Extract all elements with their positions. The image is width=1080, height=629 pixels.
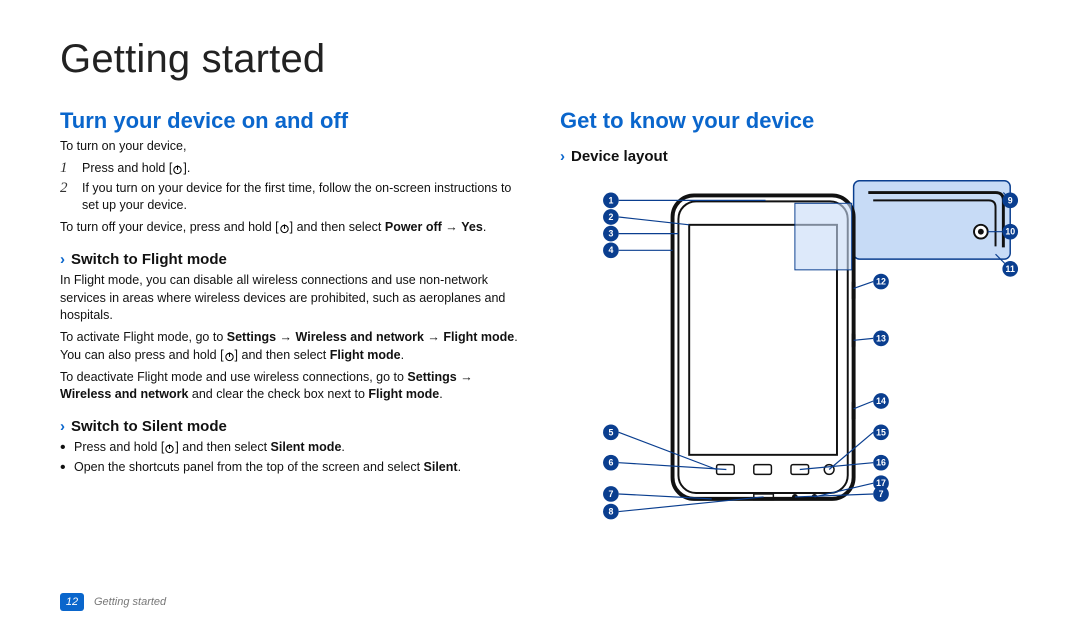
list-item: Press and hold [] and then select Silent… [60, 439, 520, 457]
section-get-to-know: Get to know your device [560, 108, 1020, 134]
power-icon [164, 443, 175, 454]
chevron-icon: › [60, 418, 65, 435]
flight-activate: To activate Flight mode, go to Settings … [60, 329, 520, 365]
power-icon [172, 164, 183, 175]
step-number: 1 [60, 160, 74, 178]
power-icon [224, 351, 235, 362]
section-turn-on-off: Turn your device on and off [60, 108, 520, 134]
svg-text:5: 5 [608, 427, 613, 437]
page-number: 12 [60, 593, 84, 611]
power-icon [279, 223, 290, 234]
chevron-icon: › [60, 251, 65, 268]
svg-text:1: 1 [608, 195, 613, 205]
intro-on: To turn on your device, [60, 138, 520, 156]
svg-text:7: 7 [608, 489, 613, 499]
steps-list: 1 Press and hold []. 2 If you turn on yo… [60, 160, 520, 215]
left-column: Turn your device on and off To turn on y… [60, 88, 520, 609]
flight-deactivate: To deactivate Flight mode and use wirele… [60, 369, 520, 405]
page-title: Getting started [60, 38, 1020, 80]
page-footer: 12 Getting started [60, 593, 166, 611]
device-layout-diagram: 1 2 3 4 5 6 7 8 9 10 11 12 [560, 171, 1020, 582]
step-2: 2 If you turn on your device for the fir… [60, 180, 520, 216]
svg-text:3: 3 [608, 229, 613, 239]
subsection-flight: › Switch to Flight mode [60, 251, 520, 268]
svg-text:6: 6 [608, 458, 613, 468]
svg-text:8: 8 [608, 507, 613, 517]
svg-text:13: 13 [876, 333, 886, 343]
svg-text:4: 4 [608, 245, 613, 255]
step-1: 1 Press and hold []. [60, 160, 520, 178]
svg-text:12: 12 [876, 277, 886, 287]
svg-text:14: 14 [876, 396, 886, 406]
svg-text:10: 10 [1005, 227, 1015, 237]
intro-off: To turn off your device, press and hold … [60, 219, 520, 237]
step-number: 2 [60, 180, 74, 216]
silent-bullets: Press and hold [] and then select Silent… [60, 439, 520, 477]
footer-section: Getting started [94, 596, 166, 608]
step-text: Press and hold []. [82, 160, 190, 178]
svg-text:16: 16 [876, 458, 886, 468]
svg-text:9: 9 [1008, 195, 1013, 205]
step-text: If you turn on your device for the first… [82, 180, 520, 216]
svg-text:11: 11 [1006, 264, 1015, 274]
svg-text:2: 2 [608, 212, 613, 222]
subsection-silent: › Switch to Silent mode [60, 418, 520, 435]
subsection-layout: › Device layout [560, 148, 1020, 165]
svg-text:7: 7 [879, 489, 884, 499]
svg-text:15: 15 [876, 427, 886, 437]
flight-desc: In Flight mode, you can disable all wire… [60, 272, 520, 325]
chevron-icon: › [560, 148, 565, 165]
list-item: Open the shortcuts panel from the top of… [60, 459, 520, 477]
right-column: Get to know your device › Device layout [560, 88, 1020, 609]
